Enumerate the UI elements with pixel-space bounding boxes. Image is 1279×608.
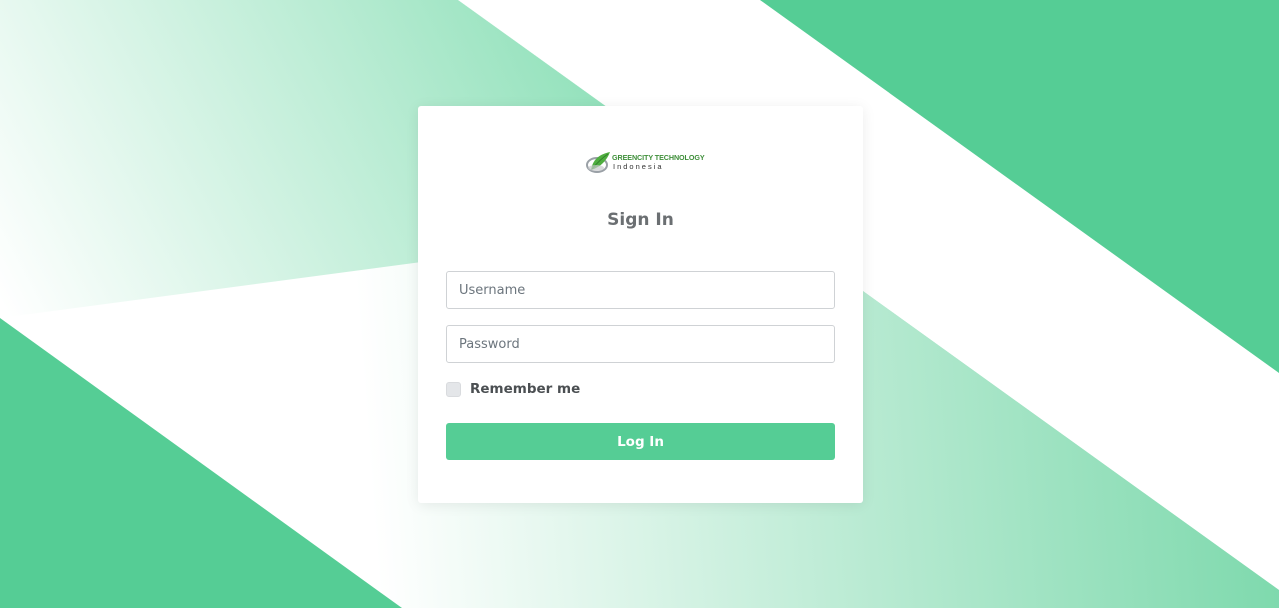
login-card: GREENCITY TECHNOLOGY Indonesia Sign In R…	[418, 106, 863, 503]
company-logo: GREENCITY TECHNOLOGY Indonesia	[585, 150, 705, 176]
log-in-button[interactable]: Log In	[446, 423, 835, 460]
sign-in-title: Sign In	[607, 210, 674, 230]
remember-me-label[interactable]: Remember me	[470, 381, 580, 397]
username-input[interactable]	[446, 271, 835, 309]
logo-brand-text: GREENCITY TECHNOLOGY	[612, 153, 705, 162]
remember-me-checkbox[interactable]	[446, 382, 461, 397]
logo-sub-text: Indonesia	[613, 162, 664, 171]
leaf-globe-icon	[586, 152, 610, 173]
password-input[interactable]	[446, 325, 835, 363]
